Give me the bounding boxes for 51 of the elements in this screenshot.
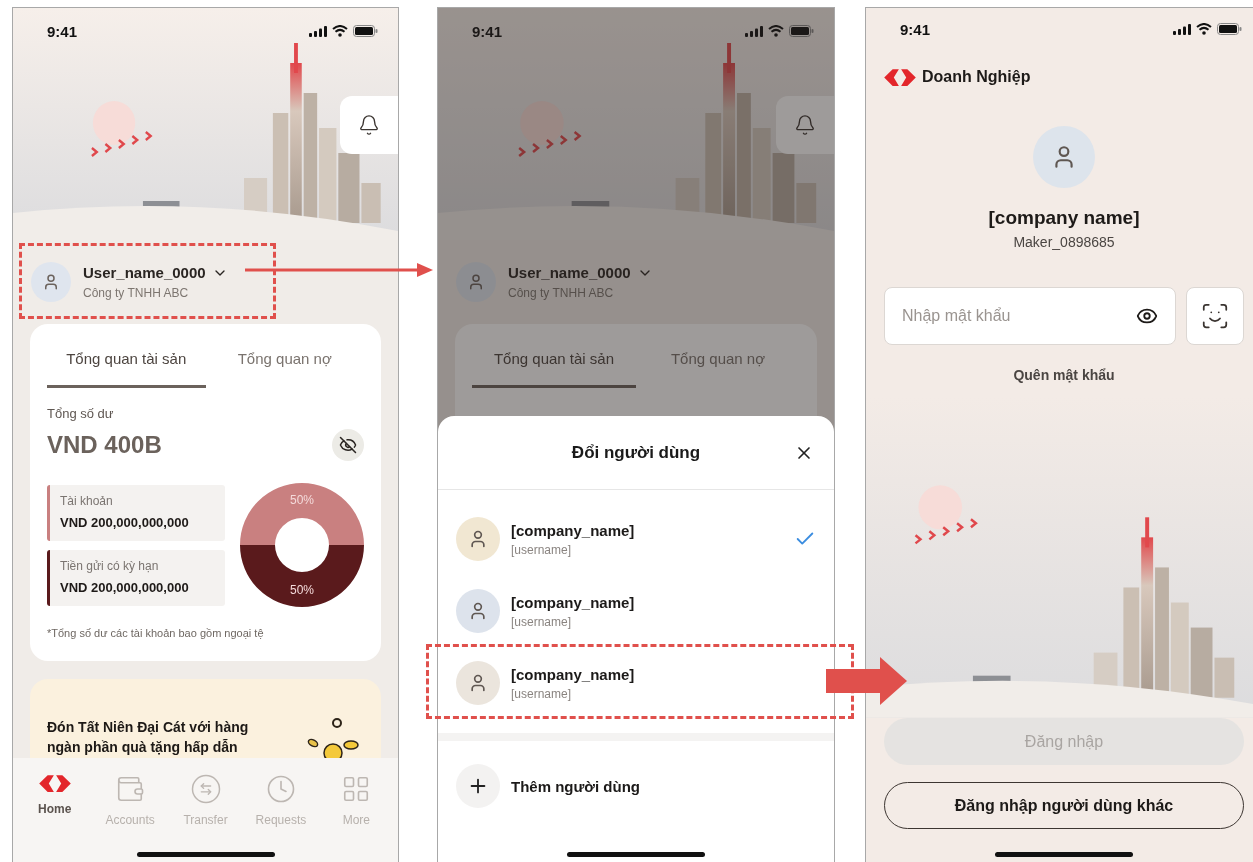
wallet-icon: [115, 774, 146, 804]
wifi-icon: [1196, 23, 1212, 36]
user-switcher[interactable]: User_name_0000: [508, 264, 653, 281]
eye-off-icon: [339, 436, 357, 454]
company-name: Công ty TNHH ABC: [83, 286, 190, 300]
logo-icon: [884, 67, 916, 87]
status-time: 9:41: [900, 20, 931, 38]
signal-icon: [745, 25, 763, 37]
clock-icon: [265, 774, 296, 804]
status-time: 9:41: [47, 22, 78, 40]
nav-item[interactable]: Home: [17, 774, 93, 830]
account-amount: VND 200,000,000,000: [60, 514, 189, 530]
status-time: 9:41: [472, 22, 503, 40]
wifi-icon: [768, 25, 784, 37]
footnote: *Tổng số dư các tài khoản bao gồm ngoại tệ: [47, 627, 265, 639]
wifi-icon: [332, 25, 348, 37]
add-user-button[interactable]: Thêm người dùng: [438, 750, 834, 822]
account-label: Tài khoản: [60, 493, 114, 508]
promo-text: Đón Tất Niên Đại Cát với hàng ngàn phần quà tặng hấp dẫn: [47, 718, 250, 757]
balance-label: Tổng số dư: [47, 406, 115, 421]
slice-label: 50%: [290, 583, 314, 597]
brand-name: Doanh Nghiệp: [922, 68, 1031, 87]
tab[interactable]: Tổng quan nợ: [205, 324, 364, 388]
balance-amount: VND 400B: [47, 431, 162, 459]
company-name: [company name]: [988, 206, 1140, 231]
account-amount: VND 200,000,000,000: [60, 579, 189, 595]
bell-icon: [794, 114, 816, 136]
username: Maker_0898685: [1013, 234, 1115, 251]
bell-icon: [358, 114, 380, 136]
slice-label: 50%: [290, 493, 314, 507]
transfer-icon: [190, 774, 221, 804]
tab[interactable]: Tổng quan tài sản: [472, 324, 636, 388]
battery-icon: [353, 25, 378, 37]
account-label: Tiền gửi có kỳ hạn: [60, 558, 160, 573]
forgot-password-link[interactable]: Quên mật khẩu: [1013, 367, 1115, 384]
signal-icon: [309, 25, 327, 37]
password-field[interactable]: Nhập mật khẩu: [884, 287, 1176, 346]
battery-icon: [789, 25, 814, 37]
company-name: Công ty TNHH ABC: [508, 286, 615, 300]
user-switcher[interactable]: User_name_0000: [83, 264, 228, 281]
signal-icon: [1173, 23, 1191, 35]
sheet-title: Đổi người dùng: [571, 442, 701, 463]
notification-button[interactable]: [340, 96, 398, 154]
hide-balance-button[interactable]: [332, 429, 364, 461]
avatar-icon: [456, 262, 496, 302]
avatar-icon: [31, 262, 71, 302]
logo-icon: [38, 774, 71, 794]
face-id-button[interactable]: [1186, 287, 1244, 346]
promo-card[interactable]: Đón Tất Niên Đại Cát với hàng ngàn phần quà tặng hấp dẫn: [30, 679, 381, 758]
battery-icon: [1217, 23, 1242, 36]
tab[interactable]: Tổng quan tài sản: [47, 324, 206, 388]
